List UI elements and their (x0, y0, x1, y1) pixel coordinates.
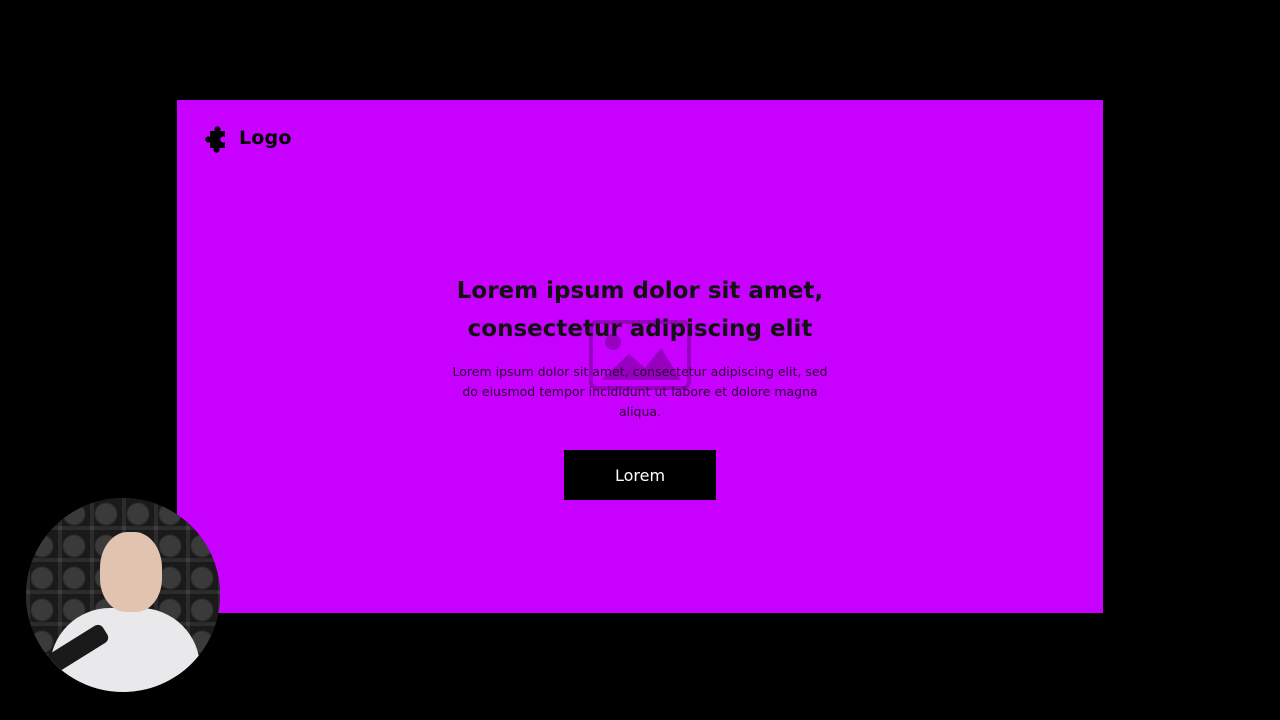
logo-text: Logo (239, 127, 292, 149)
hero-headline: Lorem ipsum dolor sit amet, consectetur … (456, 278, 824, 342)
hero-content: Lorem ipsum dolor sit amet, consectetur … (177, 272, 1103, 422)
presenter-head (100, 532, 162, 612)
video-frame: Logo Lorem ipsum dolor sit amet, consect… (0, 0, 1280, 720)
logo[interactable]: Logo (201, 122, 292, 154)
presenter-webcam (26, 498, 220, 692)
hero-subtext: Lorem ipsum dolor sit amet, consectetur … (452, 364, 828, 419)
puzzle-piece-icon (205, 126, 225, 153)
cta-button[interactable]: Lorem (564, 450, 716, 500)
hero-section: Logo Lorem ipsum dolor sit amet, consect… (177, 100, 1103, 613)
